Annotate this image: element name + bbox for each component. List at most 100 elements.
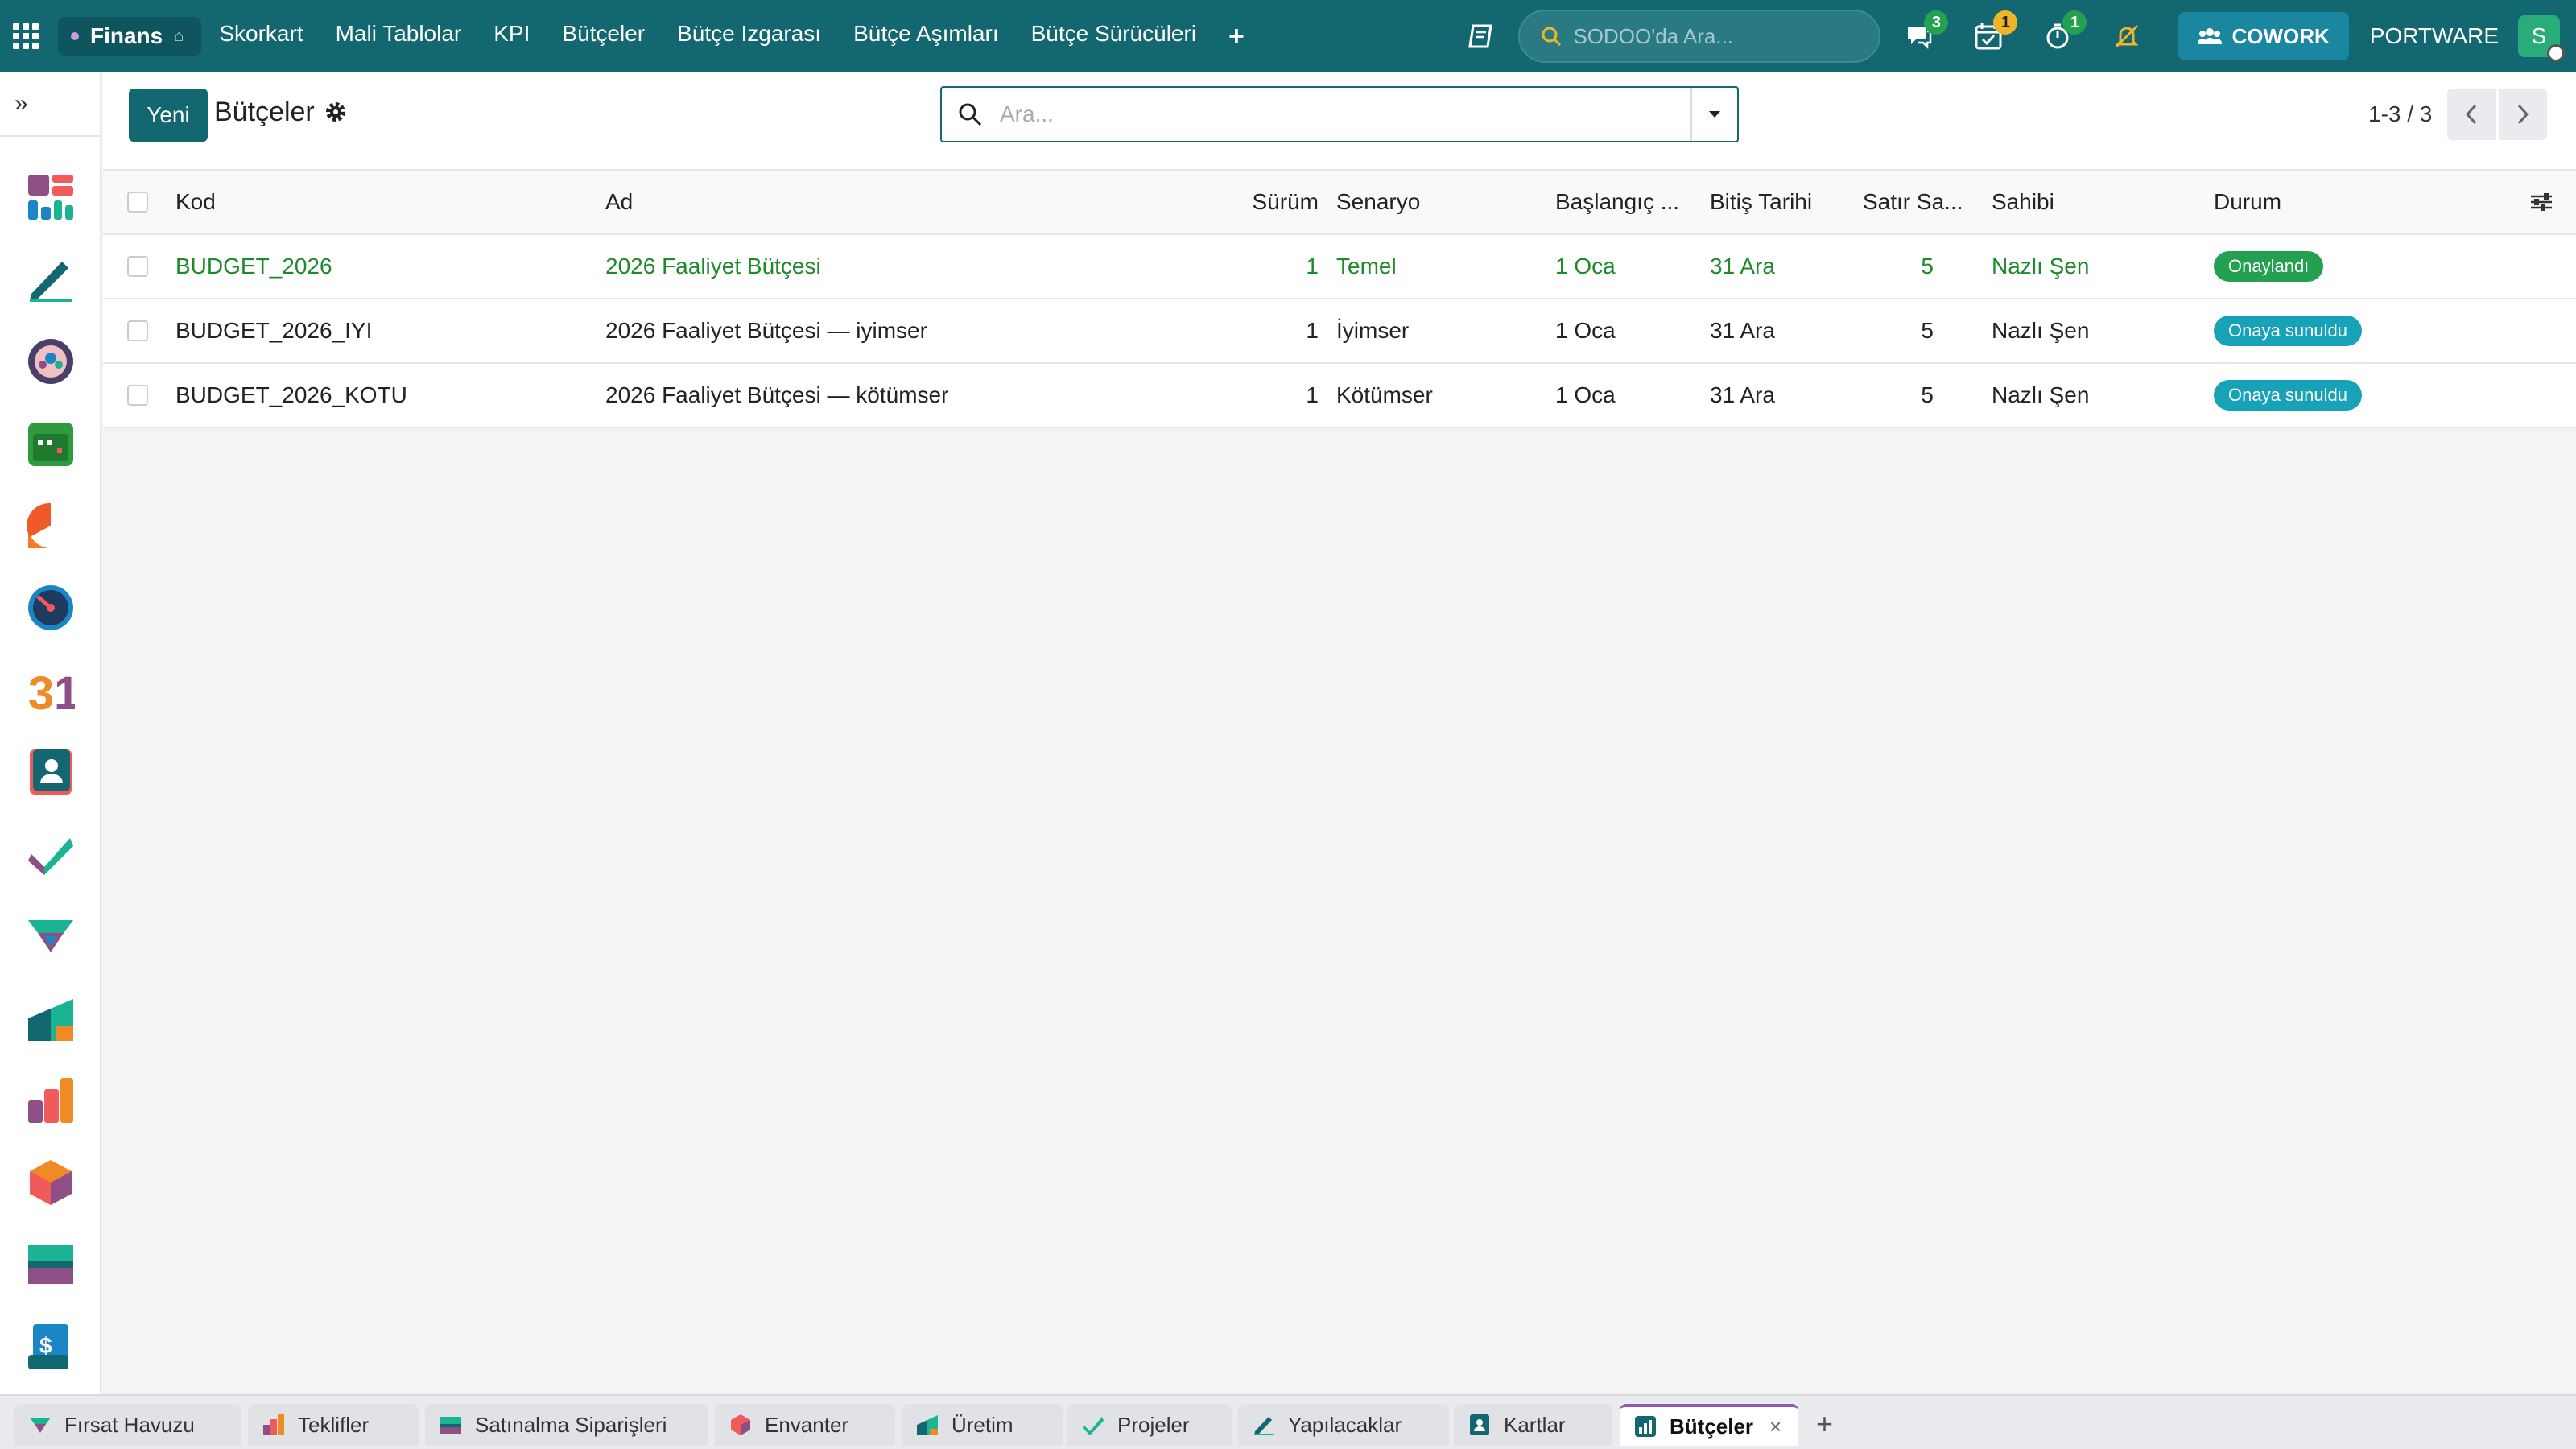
tab-label: Bütçeler	[1670, 1414, 1754, 1439]
row-checkbox[interactable]	[127, 320, 148, 341]
cell-baslangic: 1 Oca	[1555, 318, 1616, 343]
tab-label: Teklifler	[298, 1412, 369, 1437]
cards-icon	[1470, 1414, 1489, 1435]
messages-button[interactable]: 3	[1901, 10, 1949, 54]
team-app-icon[interactable]	[0, 320, 101, 402]
activities-button[interactable]: 1	[1971, 10, 2018, 54]
column-header-satir[interactable]: Satır Sa...	[1863, 171, 1984, 233]
status-badge: Onaya sunuldu	[2214, 380, 2362, 411]
tab-uretim[interactable]: Üretim	[902, 1404, 1063, 1446]
notifications-muted-button[interactable]	[2109, 19, 2145, 54]
table-row[interactable]: BUDGET_2026_IYI 2026 Faaliyet Bütçesi — …	[103, 299, 2576, 364]
gauge-app-icon[interactable]	[0, 567, 101, 649]
sidebar-expand-icon[interactable]: »	[0, 72, 100, 137]
tab-envanter[interactable]: Envanter	[715, 1404, 895, 1446]
crm-app-icon[interactable]	[0, 895, 101, 977]
inventory-app-icon[interactable]	[0, 1141, 101, 1224]
cell-baslangic: 1 Oca	[1555, 254, 1616, 279]
tab-teklifler[interactable]: Teklifler	[248, 1404, 419, 1446]
search-input[interactable]	[1000, 101, 1692, 127]
add-menu-icon[interactable]: +	[1228, 21, 1245, 52]
tab-satinalma[interactable]: Satınalma Siparişleri	[425, 1404, 708, 1446]
app-name: Finans	[90, 23, 163, 48]
purchase-app-icon[interactable]	[0, 1224, 101, 1306]
project-app-icon[interactable]	[0, 813, 101, 895]
pen-app-icon[interactable]	[0, 238, 101, 320]
cell-surum: 1	[1306, 318, 1319, 343]
company-switcher[interactable]: PORTWARE	[2370, 23, 2499, 49]
pager-value[interactable]: 1-3 / 3	[2368, 101, 2432, 127]
column-header-durum[interactable]: Durum	[2214, 171, 2455, 233]
budget-list: Kod Ad Sürüm Senaryo Başlangıç ... Bitiş…	[103, 169, 2576, 428]
menu-item-butce-izgarasi[interactable]: Bütçe Izgarası	[677, 21, 821, 52]
tab-firsat-havuzu[interactable]: Fırsat Havuzu	[14, 1404, 242, 1446]
sales-icon	[263, 1414, 284, 1435]
global-search[interactable]	[1518, 10, 1881, 63]
caret-down-icon	[1709, 111, 1720, 118]
pager-previous-button[interactable]	[2447, 89, 2496, 140]
column-header-baslangic[interactable]: Başlangıç ...	[1555, 171, 1700, 233]
row-checkbox[interactable]	[127, 256, 148, 277]
cell-surum: 1	[1306, 254, 1319, 279]
discuss-app-icon[interactable]	[0, 485, 101, 567]
cowork-button[interactable]: COWORK	[2178, 12, 2349, 60]
search-bar[interactable]	[940, 86, 1739, 142]
add-tab-icon[interactable]: +	[1816, 1407, 1833, 1441]
menu-item-butceler[interactable]: Bütçeler	[562, 21, 645, 52]
status-badge: Onaya sunuldu	[2214, 316, 2362, 346]
global-search-input[interactable]	[1573, 23, 1872, 49]
calendar-31-app-icon[interactable]: 31	[0, 649, 101, 731]
tab-label: Envanter	[765, 1412, 849, 1437]
column-header-bitis[interactable]: Bitiş Tarihi	[1710, 171, 1855, 233]
table-row[interactable]: BUDGET_2026_KOTU 2026 Faaliyet Bütçesi —…	[103, 364, 2576, 428]
menu-item-kpi[interactable]: KPI	[493, 21, 530, 52]
optional-columns-icon[interactable]	[2521, 171, 2562, 233]
tab-kartlar[interactable]: Kartlar	[1454, 1404, 1612, 1446]
invoicing-app-icon[interactable]: $	[0, 1306, 101, 1388]
menu-item-skorkart[interactable]: Skorkart	[219, 21, 303, 52]
close-tab-icon[interactable]: ×	[1769, 1414, 1781, 1439]
top-navbar: Finans ⌂ Skorkart Mali Tablolar KPI Bütç…	[0, 0, 2576, 72]
status-badge: Onaylandı	[2214, 251, 2324, 282]
menu-item-butce-suruculeri[interactable]: Bütçe Sürücüleri	[1031, 21, 1196, 52]
manufacturing-icon	[917, 1415, 938, 1435]
column-header-surum[interactable]: Sürüm	[1222, 171, 1319, 233]
manufacturing-app-icon[interactable]	[0, 977, 101, 1059]
column-header-senaryo[interactable]: Senaryo	[1336, 171, 1546, 233]
search-options-toggle[interactable]	[1690, 88, 1737, 141]
messages-badge: 3	[1924, 10, 1949, 35]
new-button[interactable]: Yeni	[129, 89, 208, 142]
row-checkbox[interactable]	[127, 385, 148, 406]
menu-item-butce-asimlari[interactable]: Bütçe Aşımları	[853, 21, 999, 52]
cell-senaryo: İyimser	[1336, 318, 1410, 343]
user-avatar[interactable]: S	[2518, 15, 2565, 62]
calendar-app-icon[interactable]	[0, 402, 101, 485]
book-icon[interactable]	[1467, 24, 1494, 48]
table-row[interactable]: BUDGET_2026 2026 Faaliyet Bütçesi 1 Teme…	[103, 235, 2576, 299]
cell-baslangic: 1 Oca	[1555, 382, 1616, 407]
crm-icon	[30, 1418, 51, 1433]
timer-button[interactable]: 1	[2040, 10, 2087, 54]
inventory-icon	[731, 1414, 750, 1435]
gear-icon[interactable]	[324, 100, 348, 124]
tab-butceler[interactable]: Bütçeler ×	[1620, 1404, 1798, 1446]
column-header-kod[interactable]: Kod	[175, 171, 626, 233]
dashboard-app-icon[interactable]	[0, 156, 101, 238]
sales-app-icon[interactable]	[0, 1059, 101, 1141]
cell-durum: Onaya sunuldu	[2214, 299, 2455, 362]
contacts-app-icon[interactable]	[0, 731, 101, 813]
apps-menu-icon[interactable]	[0, 0, 52, 72]
menu-item-mali-tablolar[interactable]: Mali Tablolar	[336, 21, 462, 52]
select-all-checkbox[interactable]	[127, 192, 148, 213]
purchase-icon	[440, 1417, 461, 1434]
column-header-sahibi[interactable]: Sahibi	[1992, 171, 2201, 233]
tab-yapilacaklar[interactable]: Yapılacaklar	[1238, 1404, 1449, 1446]
column-header-ad[interactable]: Ad	[605, 171, 1249, 233]
bell-slash-icon	[2115, 24, 2140, 48]
control-panel: Yeni Bütçeler 1-3 / 3	[103, 72, 2576, 169]
tab-projeler[interactable]: Projeler	[1067, 1404, 1232, 1446]
app-dot-icon	[71, 32, 79, 40]
app-brand-finans[interactable]: Finans ⌂	[58, 17, 202, 56]
cell-sahibi: Nazlı Şen	[1992, 382, 2090, 407]
pager-next-button[interactable]	[2499, 89, 2547, 140]
